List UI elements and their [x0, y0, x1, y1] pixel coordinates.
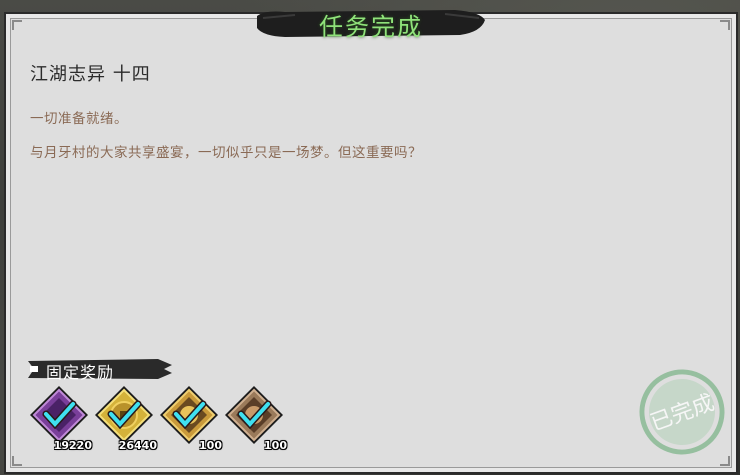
corner-ornament [12, 20, 22, 30]
quest-name: 江湖志异 十四 [30, 64, 151, 85]
rewards-header: 固定奖励 [28, 357, 173, 382]
quest-description-line: 一切准备就绪。 [30, 111, 128, 127]
reward-item[interactable]: 100 [223, 384, 287, 452]
reward-item[interactable]: 100 [158, 384, 222, 452]
corner-ornament [12, 456, 22, 466]
reward-item[interactable]: 19220 [28, 384, 92, 452]
reward-quantity: 26440 [118, 439, 157, 452]
reward-item[interactable]: 26440 [93, 384, 157, 452]
completed-stamp-seal: 已完成 [639, 369, 725, 455]
reward-quantity: 100 [264, 439, 287, 452]
title-banner: 任务完成 [255, 6, 487, 41]
completed-stamp: 已完成 [636, 366, 728, 458]
quest-description-line: 与月牙村的大家共享盛宴，一切似乎只是一场梦。但这重要吗？ [30, 145, 422, 161]
bronze-token-icon [225, 386, 283, 444]
purple-exp-icon [30, 386, 88, 444]
rewards-label: 固定奖励 [46, 363, 115, 382]
corner-ornament [720, 20, 730, 30]
gold-coin-icon [95, 386, 153, 444]
dialog-title: 任务完成 [319, 13, 423, 41]
gold-token-icon [160, 386, 218, 444]
reward-quantity: 19220 [53, 439, 92, 452]
reward-quantity: 100 [199, 439, 222, 452]
